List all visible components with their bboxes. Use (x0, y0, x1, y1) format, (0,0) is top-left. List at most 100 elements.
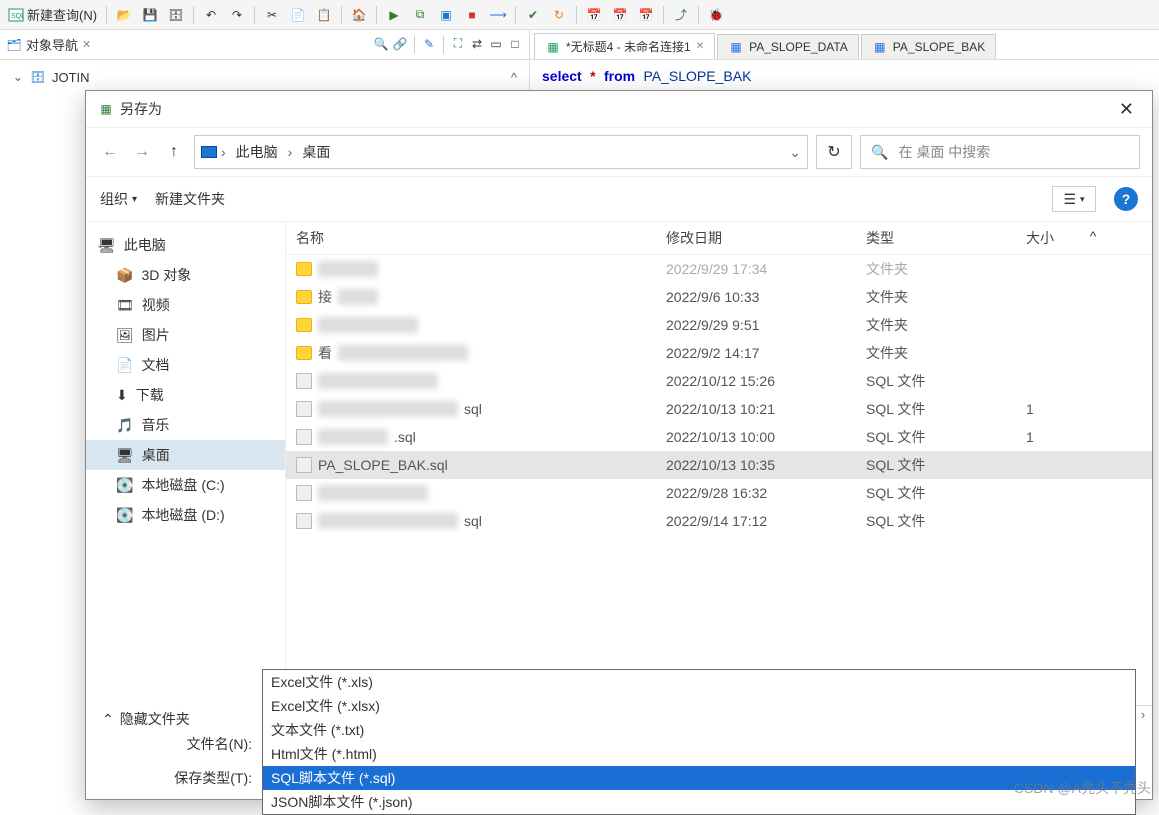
run-button[interactable]: ▶ (382, 5, 406, 25)
nav-item-pc[interactable]: ⌄🖥此电脑 (86, 230, 285, 260)
col-date[interactable]: 修改日期 (666, 228, 866, 248)
desk-icon: 🖥 (116, 447, 134, 464)
file-size: 1 (1026, 429, 1086, 445)
nav-item-disk[interactable]: 💽本地磁盘 (D:) (86, 500, 285, 530)
sql-star: * (590, 68, 595, 84)
nav-item-dl[interactable]: ⬇下载 (86, 380, 285, 410)
filter-icon[interactable]: 🔍 (373, 36, 389, 52)
redo-button[interactable]: ↷ (225, 5, 249, 25)
nav-item-doc[interactable]: 📄文档 (86, 350, 285, 380)
cut-button[interactable]: ✂ (260, 5, 284, 25)
undo-icon: ↶ (203, 7, 219, 23)
file-row[interactable]: x.sql2022/10/13 10:00SQL 文件1 (286, 423, 1152, 451)
collapse-icon[interactable]: ⇄ (469, 36, 485, 52)
table-icon: ▦ (872, 39, 888, 55)
file-row[interactable]: PA_SLOPE_BAK.sql2022/10/13 10:35SQL 文件 (286, 451, 1152, 479)
filetype-option[interactable]: JSON脚本文件 (*.json) (263, 790, 1135, 814)
paste-button[interactable]: 📋 (312, 5, 336, 25)
forward-button[interactable]: → (130, 140, 154, 164)
refresh-button[interactable]: ↻ (816, 135, 852, 169)
folder-icon (296, 346, 312, 360)
nav-item-music[interactable]: 🎵音乐 (86, 410, 285, 440)
up-button[interactable]: ↑ (162, 140, 186, 164)
filetype-option[interactable]: SQL脚本文件 (*.sql) (263, 766, 1135, 790)
home-button[interactable]: 🏠 (347, 5, 371, 25)
chevron-down-icon[interactable]: ⌄ (789, 144, 801, 161)
next-icon: ⟶ (490, 7, 506, 23)
file-row[interactable]: x2022/9/29 17:34文件夹 (286, 255, 1152, 283)
maximize-pane-icon[interactable]: □ (507, 36, 523, 52)
chevron-up-icon[interactable]: ^ (511, 70, 517, 85)
filetype-option[interactable]: Excel文件 (*.xls) (263, 670, 1135, 694)
editor-tab[interactable]: ▦ PA_SLOPE_BAK (861, 34, 997, 59)
explain-button[interactable]: ▣ (434, 5, 458, 25)
minimize-icon[interactable]: ▭ (488, 36, 504, 52)
commit-button[interactable]: ✔ (521, 5, 545, 25)
open-button[interactable]: 📂 (112, 5, 136, 25)
cal3-button[interactable]: 📅 (634, 5, 658, 25)
file-date: 2022/10/13 10:00 (666, 429, 866, 445)
filetype-option[interactable]: Html文件 (*.html) (263, 742, 1135, 766)
scroll-right-icon[interactable]: › (1134, 707, 1152, 722)
edit-icon[interactable]: ✎ (421, 36, 437, 52)
file-suffix: .sql (394, 429, 416, 445)
breadcrumb-seg[interactable]: 桌面 (296, 140, 336, 164)
cal1-button[interactable]: 📅 (582, 5, 606, 25)
nav-item-pic[interactable]: 🖼图片 (86, 320, 285, 350)
hide-folders-toggle[interactable]: ⌃ 隐藏文件夹 (102, 709, 190, 729)
breadcrumb-seg[interactable]: 此电脑 (230, 140, 284, 164)
link-icon[interactable]: 🔗 (392, 36, 408, 52)
breadcrumb-bar[interactable]: › 此电脑 › 桌面 ⌄ (194, 135, 808, 169)
undo-button[interactable]: ↶ (199, 5, 223, 25)
file-type: SQL 文件 (866, 483, 1026, 503)
file-row[interactable]: 看x2022/9/2 14:17文件夹 (286, 339, 1152, 367)
dl-icon: ⬇ (116, 387, 128, 404)
stop-button[interactable]: ■ (460, 5, 484, 25)
cal2-button[interactable]: 📅 (608, 5, 632, 25)
debug-button[interactable]: 🐞 (704, 5, 728, 25)
collapse-icon[interactable]: ⌄ (12, 69, 24, 85)
new-query-button[interactable]: SQL 新建查询(N) (4, 3, 101, 26)
file-row[interactable]: x2022/9/28 16:32SQL 文件 (286, 479, 1152, 507)
chevron-down-icon: ▾ (1080, 194, 1085, 205)
file-row[interactable]: xsql2022/10/13 10:21SQL 文件1 (286, 395, 1152, 423)
tab-label: PA_SLOPE_DATA (749, 40, 848, 54)
help-button[interactable]: ? (1114, 187, 1138, 211)
editor-tab[interactable]: ▦ *无标题4 - 未命名连接1 ✕ (534, 33, 715, 59)
expand-icon[interactable]: ⛶ (450, 36, 466, 52)
next-button[interactable]: ⟶ (486, 5, 510, 25)
rollback-button[interactable]: ↻ (547, 5, 571, 25)
copy-button[interactable]: 📄 (286, 5, 310, 25)
col-type[interactable]: 类型 (866, 228, 1026, 248)
nav-item-desk[interactable]: 🖥桌面 (86, 440, 285, 470)
organize-menu[interactable]: 组织 ▾ (100, 189, 137, 209)
file-row[interactable]: x2022/9/29 9:51文件夹 (286, 311, 1152, 339)
tree-node[interactable]: ⌄ 🗄 JOTIN ^ (0, 66, 529, 88)
file-row[interactable]: xsql2022/9/14 17:12SQL 文件 (286, 507, 1152, 535)
back-button[interactable]: ← (98, 140, 122, 164)
expand-icon[interactable]: ⌄ (96, 240, 104, 251)
redacted: x (318, 485, 428, 501)
col-size[interactable]: 大小 (1026, 228, 1086, 248)
file-name-prefix: 看 (318, 343, 332, 363)
close-button[interactable]: ✕ (1113, 99, 1140, 120)
filetype-option[interactable]: 文本文件 (*.txt) (263, 718, 1135, 742)
close-tab-icon[interactable]: ✕ (82, 38, 91, 51)
save-button[interactable]: 💾 (138, 5, 162, 25)
file-row[interactable]: 接x2022/9/6 10:33文件夹 (286, 283, 1152, 311)
nav-item-disk[interactable]: 💽本地磁盘 (C:) (86, 470, 285, 500)
nav-item-3d[interactable]: 📦3D 对象 (86, 260, 285, 290)
search-input[interactable]: 🔍 在 桌面 中搜索 (860, 135, 1140, 169)
editor-tab[interactable]: ▦ PA_SLOPE_DATA (717, 34, 859, 59)
filetype-option[interactable]: Excel文件 (*.xlsx) (263, 694, 1135, 718)
close-icon[interactable]: ✕ (696, 41, 704, 52)
col-name[interactable]: 名称 (296, 228, 666, 248)
export-button[interactable]: ⤴ (669, 5, 693, 25)
file-row[interactable]: x2022/10/12 15:26SQL 文件 (286, 367, 1152, 395)
run-selection-button[interactable]: ⧉ (408, 5, 432, 25)
nav-item-video[interactable]: 🎞视频 (86, 290, 285, 320)
view-mode-button[interactable]: ☰ ▾ (1052, 186, 1096, 212)
new-folder-button[interactable]: 新建文件夹 (155, 189, 225, 209)
save-all-button[interactable]: 🗄 (164, 5, 188, 25)
scroll-up-icon[interactable]: ^ (1086, 228, 1100, 248)
